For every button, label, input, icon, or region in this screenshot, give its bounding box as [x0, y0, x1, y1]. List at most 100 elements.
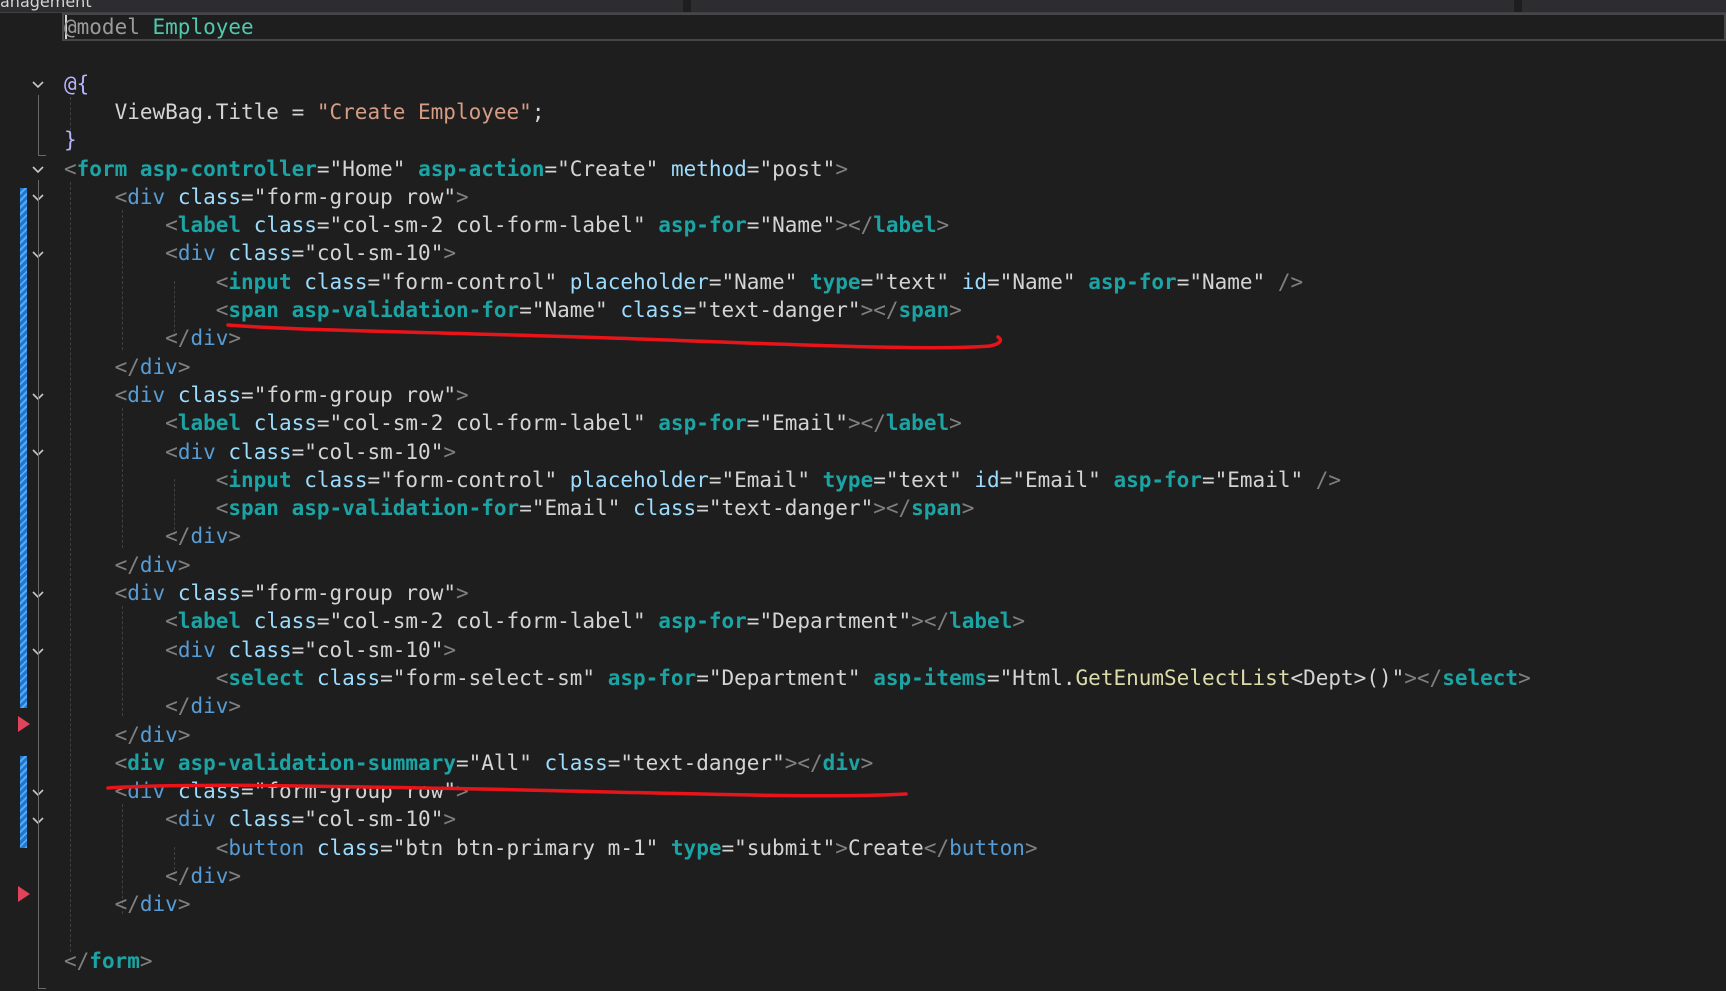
code-line[interactable]: </div>: [64, 692, 241, 720]
code-line[interactable]: </div>: [64, 353, 191, 381]
code-token: />: [1315, 467, 1342, 492]
code-token: class: [177, 581, 242, 605]
breakpoint-arrow-icon[interactable]: [18, 886, 30, 902]
code-token: asp-for: [658, 609, 747, 634]
code-token: span: [911, 496, 962, 521]
code-line[interactable]: <label class="col-sm-2 col-form-label" a…: [64, 607, 1025, 635]
code-token: Create: [847, 835, 924, 860]
code-token: ="All": [455, 750, 545, 775]
chevron-down-icon[interactable]: [31, 78, 45, 92]
code-token: ></: [873, 496, 912, 521]
code-line[interactable]: </form>: [64, 947, 153, 975]
code-line[interactable]: <button class="btn btn-primary m-1" type…: [64, 834, 1038, 862]
code-token: >: [949, 298, 962, 322]
code-line[interactable]: <select class="form-select-sm" asp-for="…: [64, 664, 1531, 692]
code-token: form: [89, 948, 140, 973]
code-line[interactable]: </div>: [64, 551, 191, 579]
code-token: ="col-sm-2 col-form-label": [316, 213, 659, 238]
code-token: div: [127, 779, 166, 804]
code-line[interactable]: <div class="col-sm-10">: [64, 438, 456, 466]
code-line[interactable]: <label class="col-sm-2 col-form-label" a…: [64, 211, 949, 239]
outline-scope-end: [38, 155, 46, 156]
code-token: span: [228, 496, 279, 521]
code-token: </: [165, 326, 191, 351]
code-token: ="Name": [519, 298, 621, 322]
code-token: <Dept>()": [1290, 665, 1405, 690]
code-token: </: [114, 354, 140, 379]
code-line[interactable]: <input class="form-control" placeholder=…: [64, 268, 1303, 296]
code-line[interactable]: <form asp-controller="Home" asp-action="…: [64, 155, 848, 183]
code-editor[interactable]: @model Employee @{ ViewBag.Title = "Creat…: [0, 13, 1726, 991]
code-token: label: [177, 213, 242, 238]
document-tab-label[interactable]: anagement: [0, 0, 92, 11]
code-line[interactable]: </div>: [64, 890, 191, 918]
code-line[interactable]: <label class="col-sm-2 col-form-label" a…: [64, 409, 962, 437]
code-token: div: [177, 439, 216, 464]
code-line[interactable]: <div class="col-sm-10">: [64, 805, 456, 833]
code-token: form: [76, 156, 128, 181]
code-token: asp-for: [1088, 269, 1177, 294]
code-line[interactable]: @model Employee: [64, 13, 254, 41]
code-line[interactable]: ViewBag.Title = "Create Employee";: [64, 98, 545, 126]
code-line[interactable]: <div asp-validation-summary="All" class=…: [64, 749, 874, 777]
code-token: "Create Employee": [316, 99, 532, 124]
code-line[interactable]: <div class="col-sm-10">: [64, 239, 456, 267]
code-line[interactable]: @{: [64, 70, 89, 98]
code-token: class: [228, 637, 292, 662]
code-token: class: [316, 665, 381, 690]
code-token: asp-validation-for: [291, 496, 520, 521]
code-line[interactable]: <div class="form-group row">: [64, 777, 469, 805]
code-line[interactable]: </div>: [64, 721, 191, 749]
code-line[interactable]: <div class="form-group row">: [64, 381, 469, 409]
code-line[interactable]: </div>: [64, 862, 241, 890]
code-token: label: [949, 609, 1013, 634]
code-line[interactable]: </div>: [64, 522, 241, 550]
code-line[interactable]: <span asp-validation-for="Name" class="t…: [64, 296, 962, 324]
tab-separator: [1514, 0, 1522, 12]
code-line[interactable]: }: [64, 126, 77, 154]
chevron-down-icon[interactable]: [31, 163, 45, 177]
code-token: asp-action: [418, 156, 545, 181]
code-token: <: [114, 779, 128, 804]
code-line[interactable]: <span asp-validation-for="Email" class="…: [64, 494, 975, 522]
code-line[interactable]: <div class="col-sm-10">: [64, 636, 456, 664]
code-token: </: [114, 552, 140, 577]
code-token: label: [177, 609, 242, 634]
code-token: >: [936, 213, 950, 238]
code-token: class: [632, 496, 697, 521]
outline-scope-end: [38, 988, 46, 989]
code-token: div: [822, 750, 861, 775]
code-line[interactable]: </div>: [64, 324, 241, 352]
code-token: <: [215, 496, 229, 521]
code-line[interactable]: <div class="form-group row">: [64, 183, 469, 211]
code-token: asp-for: [607, 665, 697, 690]
code-token: div: [177, 637, 216, 662]
code-token: =: [291, 99, 317, 124]
code-line[interactable]: <div class="form-group row">: [64, 579, 469, 607]
code-token: @{: [64, 71, 90, 96]
breakpoint-arrow-icon[interactable]: [18, 716, 30, 732]
code-token: <: [215, 298, 229, 322]
code-token: span: [228, 298, 279, 322]
code-token: placeholder: [569, 467, 709, 492]
code-token: >: [177, 892, 191, 917]
current-line-highlight: [62, 13, 1726, 41]
code-token: input: [228, 467, 292, 492]
code-line[interactable]: <input class="form-control" placeholder=…: [64, 466, 1341, 494]
code-token: ="btn btn-primary m-1": [380, 835, 671, 860]
code-token: id: [961, 269, 988, 294]
